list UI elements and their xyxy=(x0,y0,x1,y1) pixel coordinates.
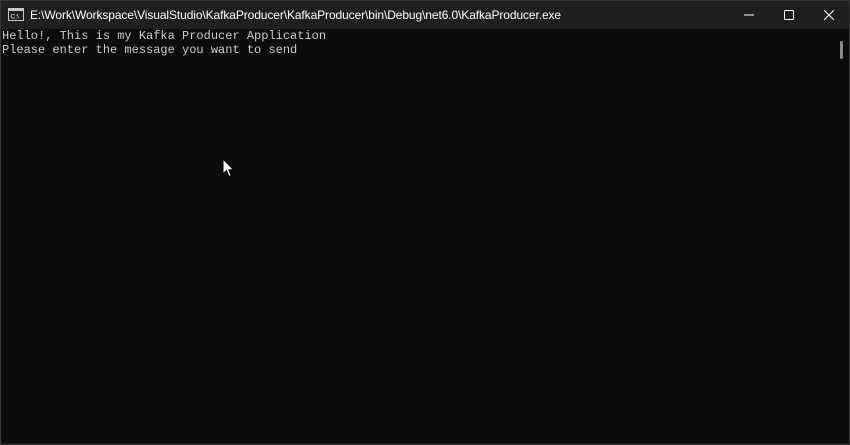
vertical-scrollbar[interactable] xyxy=(835,29,849,444)
scrollbar-thumb[interactable] xyxy=(840,41,843,59)
console-output[interactable]: Hello!, This is my Kafka Producer Applic… xyxy=(1,29,835,444)
console-line: Please enter the message you want to sen… xyxy=(2,43,298,57)
minimize-button[interactable] xyxy=(729,1,769,29)
close-icon xyxy=(824,10,834,20)
mouse-pointer-icon xyxy=(222,158,234,178)
console-window: C:\ E:\Work\Workspace\VisualStudio\Kafka… xyxy=(0,0,850,445)
window-title: E:\Work\Workspace\VisualStudio\KafkaProd… xyxy=(30,8,562,22)
maximize-button[interactable] xyxy=(769,1,809,29)
console-line: Hello!, This is my Kafka Producer Applic… xyxy=(2,29,327,43)
minimize-icon xyxy=(744,14,754,16)
close-button[interactable] xyxy=(809,1,849,29)
svg-text:C:\: C:\ xyxy=(11,14,20,21)
console-app-icon: C:\ xyxy=(8,8,24,21)
maximize-icon xyxy=(784,10,794,20)
title-bar[interactable]: C:\ E:\Work\Workspace\VisualStudio\Kafka… xyxy=(1,1,849,29)
